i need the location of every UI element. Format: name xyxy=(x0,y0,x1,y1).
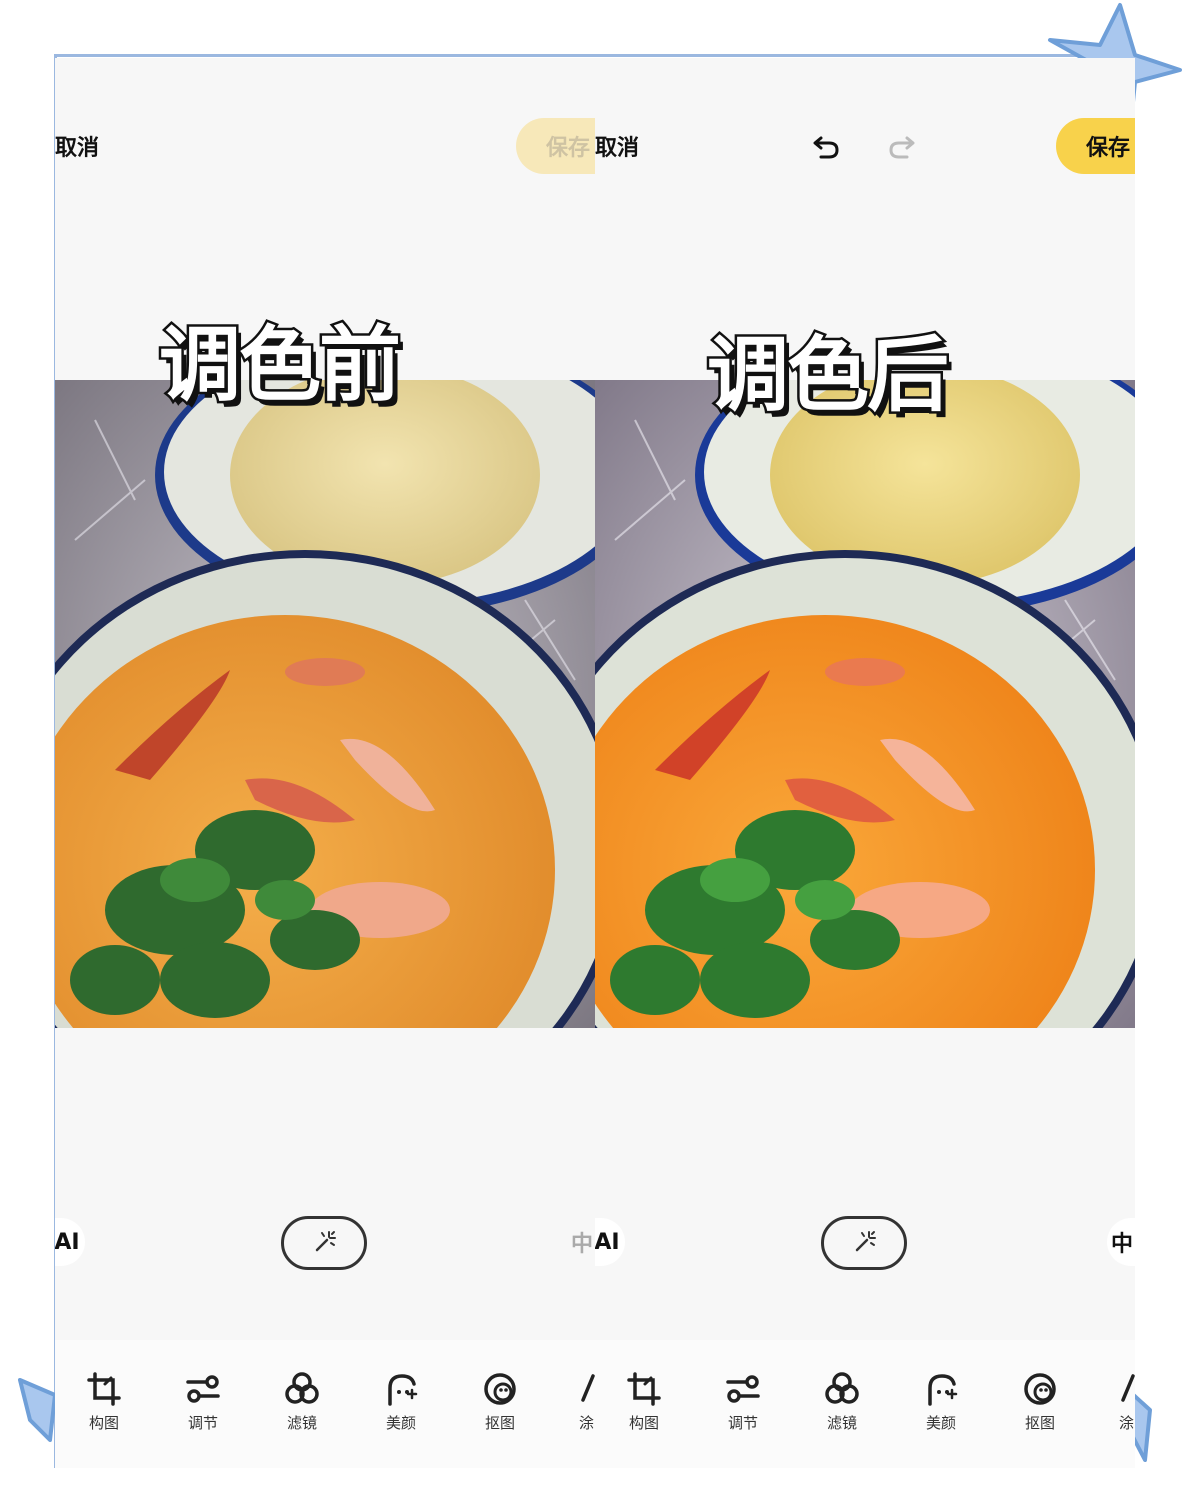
caption-before: 调色前 xyxy=(156,316,403,416)
tool-label: 抠图 xyxy=(1024,1414,1055,1432)
tool-adjust[interactable]: 调节 xyxy=(708,1370,778,1433)
save-label: 保存 xyxy=(546,136,591,161)
save-button[interactable]: 保存 xyxy=(516,118,595,174)
tool-label: 滤镜 xyxy=(826,1414,857,1432)
editor-panel-before: 取消 保存 调色前 AI 中 构图 调节 滤镜 美颜 抠图 涂 xyxy=(55,58,595,1468)
tool-label: 调节 xyxy=(187,1414,218,1432)
tool-label: 涂 xyxy=(579,1414,595,1432)
adjust-icon xyxy=(186,1375,220,1403)
tool-filter[interactable]: 滤镜 xyxy=(807,1370,877,1433)
tool-beauty[interactable]: 美颜 xyxy=(366,1370,436,1433)
tool-filter[interactable]: 滤镜 xyxy=(267,1370,337,1433)
food-photo-before xyxy=(55,380,595,1028)
cutout-icon xyxy=(1024,1373,1056,1405)
tool-paint[interactable]: 涂 xyxy=(1119,1370,1135,1433)
bottom-toolbar: 构图 调节 滤镜 美颜 抠图 涂 xyxy=(55,1340,595,1468)
brush-icon xyxy=(581,1374,595,1402)
cancel-button[interactable]: 取消 xyxy=(55,130,99,162)
food-photo-after xyxy=(595,380,1135,1028)
caption-after: 调色后 xyxy=(704,326,951,426)
tool-beauty[interactable]: 美颜 xyxy=(906,1370,976,1433)
ai-button[interactable]: AI xyxy=(595,1218,625,1266)
tool-label: 美颜 xyxy=(385,1414,416,1432)
magic-wand-icon xyxy=(855,1231,876,1252)
brush-icon xyxy=(1121,1374,1135,1402)
cancel-button[interactable]: 取消 xyxy=(595,130,639,162)
tool-label: 调节 xyxy=(727,1414,758,1432)
adjust-icon xyxy=(726,1375,760,1403)
bottom-toolbar: 构图 调节 滤镜 美颜 抠图 涂 xyxy=(595,1340,1135,1468)
edge-button[interactable]: 中 xyxy=(567,1218,595,1266)
tool-crop[interactable]: 构图 xyxy=(609,1370,679,1433)
filter-icon xyxy=(285,1372,319,1404)
tool-cutout[interactable]: 抠图 xyxy=(465,1370,535,1433)
save-button[interactable]: 保存 xyxy=(1056,118,1135,174)
tool-paint[interactable]: 涂 xyxy=(579,1370,595,1433)
tool-label: 滤镜 xyxy=(286,1414,317,1432)
save-label: 保存 xyxy=(1086,136,1131,161)
magic-enhance-button[interactable] xyxy=(821,1216,907,1270)
magic-wand-icon xyxy=(315,1231,336,1252)
filter-icon xyxy=(825,1372,859,1404)
food-photo-graphic xyxy=(595,380,1135,1028)
tool-cutout[interactable]: 抠图 xyxy=(1005,1370,1075,1433)
tool-label: 构图 xyxy=(88,1414,119,1432)
ai-button[interactable]: AI xyxy=(55,1218,85,1266)
tool-adjust[interactable]: 调节 xyxy=(168,1370,238,1433)
editor-panel-after: 取消 保存 调色后 AI 中 构图 调节 滤镜 美颜 抠图 涂 xyxy=(595,58,1135,1468)
food-photo-graphic xyxy=(55,380,595,1028)
tool-label: 涂 xyxy=(1119,1414,1135,1432)
redo-icon[interactable] xyxy=(885,130,917,162)
beauty-icon xyxy=(388,1374,418,1406)
magic-enhance-button[interactable] xyxy=(281,1216,367,1270)
cutout-icon xyxy=(484,1373,516,1405)
tool-label: 美颜 xyxy=(925,1414,956,1432)
edge-button[interactable]: 中 xyxy=(1107,1218,1135,1266)
crop-icon xyxy=(87,1372,121,1406)
crop-icon xyxy=(627,1372,661,1406)
tool-label: 构图 xyxy=(628,1414,659,1432)
tool-label: 抠图 xyxy=(484,1414,515,1432)
tool-crop[interactable]: 构图 xyxy=(69,1370,139,1433)
undo-icon[interactable] xyxy=(811,130,843,162)
beauty-icon xyxy=(928,1374,958,1406)
